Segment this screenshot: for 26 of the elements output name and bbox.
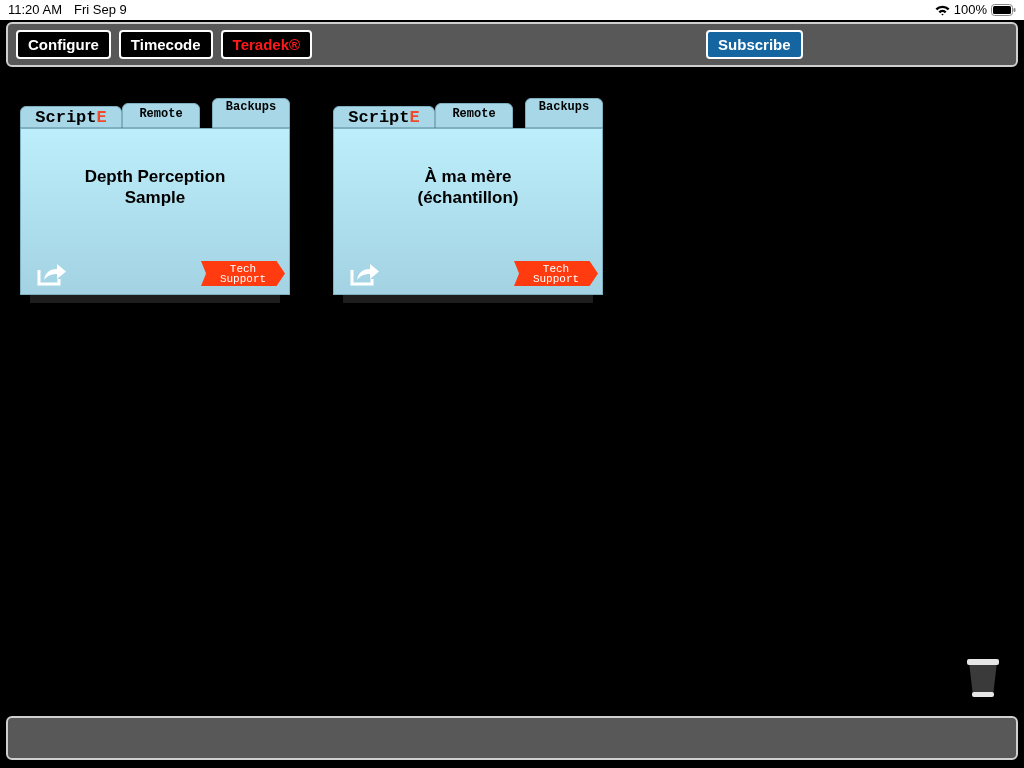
battery-percent: 100%	[953, 1, 987, 20]
backups-tab[interactable]: Backups	[525, 98, 603, 128]
status-time: 11:20 AM	[8, 1, 62, 20]
subscribe-button[interactable]: Subscribe	[706, 30, 803, 59]
status-date: Fri Sep 9	[73, 1, 127, 20]
project-title: À ma mère (échantillon)	[417, 166, 519, 208]
folder-card[interactable]: Depth Perception Sample Tech Support	[20, 128, 290, 295]
toolbar-button[interactable]: Timecode	[118, 30, 213, 59]
share-icon[interactable]	[350, 262, 380, 286]
battery-icon	[991, 4, 1016, 16]
tech-support-button[interactable]: Tech Support	[201, 261, 285, 286]
logo: ScriptE	[348, 108, 420, 126]
share-icon[interactable]	[37, 262, 67, 286]
logo-tab[interactable]: ScriptE	[20, 106, 122, 128]
remote-tab[interactable]: Remote	[122, 103, 200, 128]
toolbar-button[interactable]: Teradek®	[220, 30, 313, 59]
wifi-icon	[934, 4, 950, 16]
backups-tab[interactable]: Backups	[212, 98, 290, 128]
remote-tab[interactable]: Remote	[435, 103, 513, 128]
folder-card[interactable]: À ma mère (échantillon) Tech Support	[333, 128, 603, 295]
logo-tab[interactable]: ScriptE	[333, 106, 435, 128]
project-title: Depth Perception Sample	[84, 166, 226, 208]
tech-support-button[interactable]: Tech Support	[514, 261, 598, 286]
trash-icon[interactable]	[966, 658, 1000, 699]
toolbar-button[interactable]: Configure	[16, 30, 111, 59]
logo: ScriptE	[35, 108, 107, 126]
